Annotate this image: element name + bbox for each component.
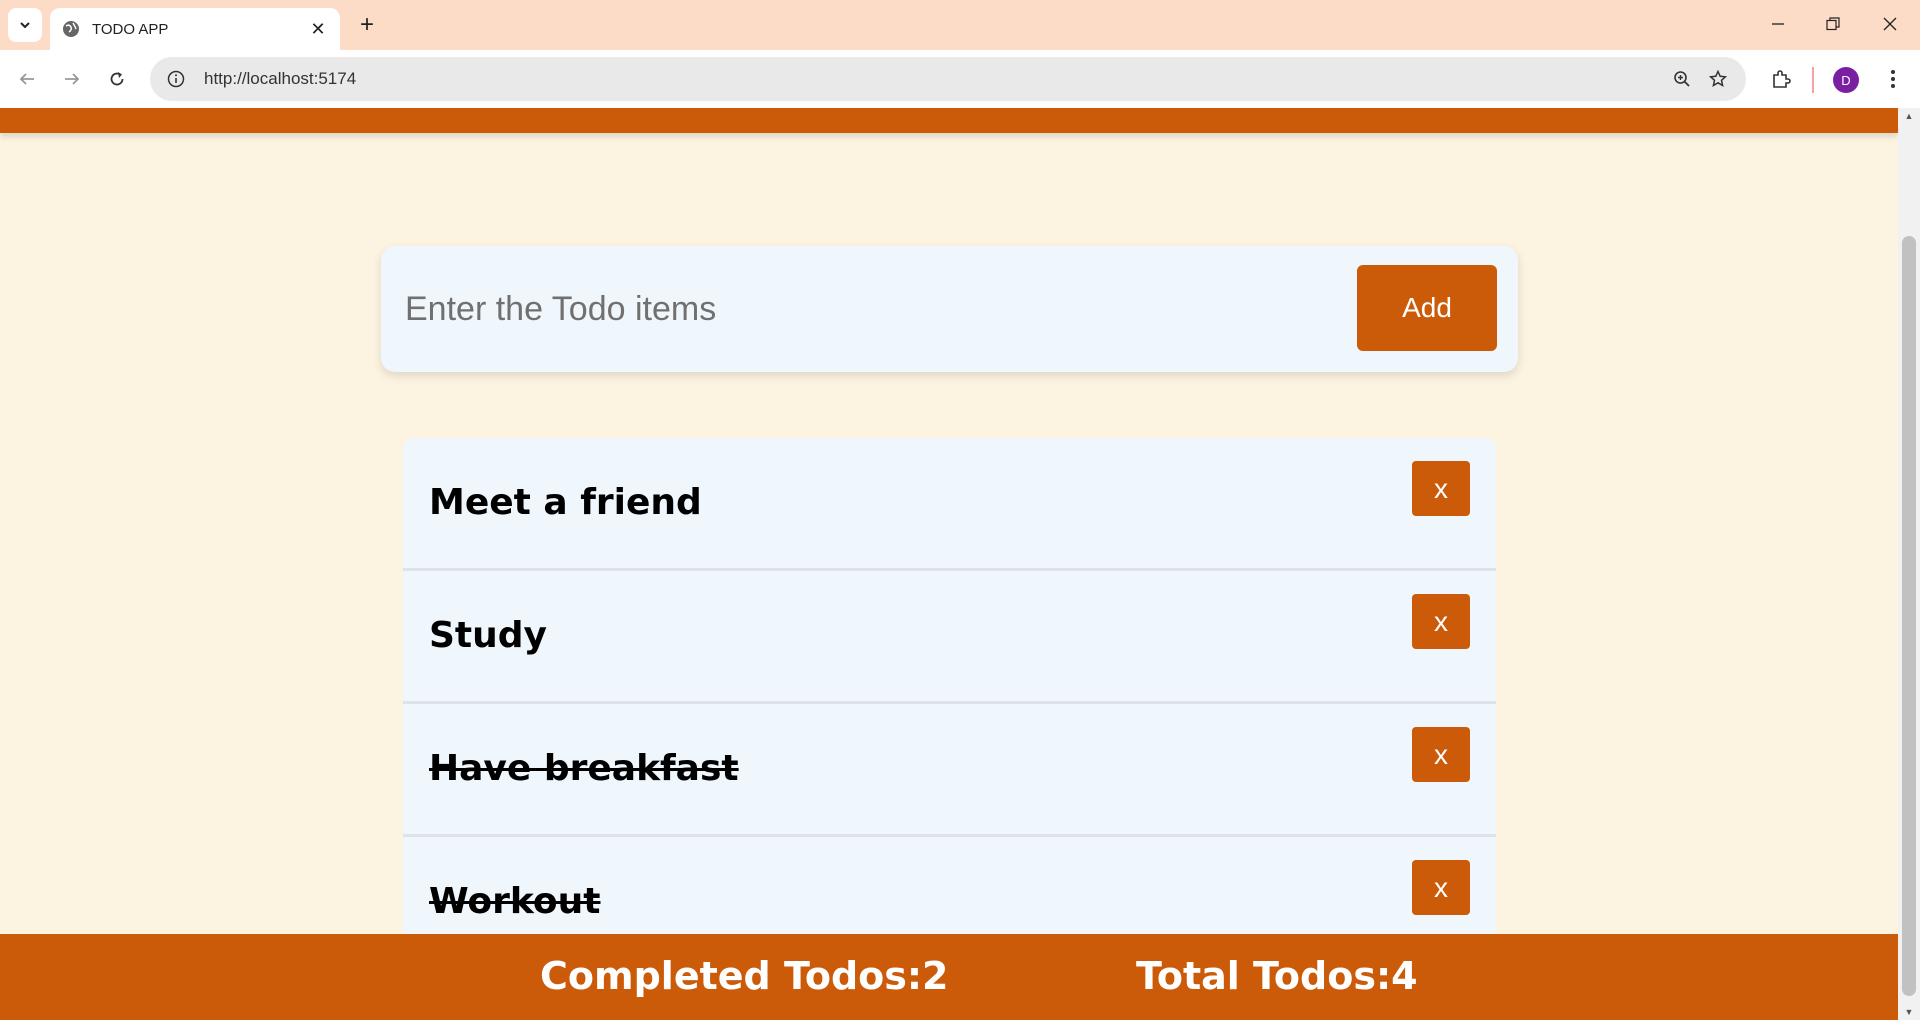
todo-list: Meet a friend x Study x Have breakfast x…	[403, 438, 1496, 970]
zoom-icon[interactable]	[1664, 61, 1700, 97]
browser-tab[interactable]: TODO APP ✕	[50, 8, 340, 50]
todo-item[interactable]: Study x	[403, 571, 1496, 704]
reload-icon[interactable]	[99, 61, 135, 97]
browser-toolbar: http://localhost:5174 D	[0, 50, 1920, 108]
globe-icon	[63, 21, 79, 37]
todo-text[interactable]: Meet a friend	[429, 482, 702, 523]
delete-todo-button[interactable]: x	[1412, 860, 1470, 915]
minimize-icon[interactable]	[1753, 4, 1803, 44]
chevron-down-icon	[20, 22, 30, 29]
window-close-icon[interactable]	[1865, 4, 1915, 44]
delete-todo-button[interactable]: x	[1412, 594, 1470, 649]
forward-icon[interactable]	[54, 61, 90, 97]
tab-title: TODO APP	[92, 20, 169, 38]
tab-close-icon[interactable]: ✕	[308, 19, 328, 39]
restore-icon[interactable]	[1808, 4, 1858, 44]
scroll-up-arrow-icon[interactable]: ▲	[1903, 110, 1915, 122]
todo-form: Add	[381, 246, 1518, 372]
toolbar-divider	[1812, 67, 1814, 93]
todo-stats-footer: Completed Todos:2 Total Todos:4	[0, 934, 1898, 1020]
todo-text[interactable]: Have breakfast	[429, 748, 739, 789]
todo-input[interactable]	[405, 274, 1305, 344]
site-info-icon[interactable]	[158, 61, 194, 97]
back-icon[interactable]	[9, 61, 45, 97]
completed-count: Completed Todos:2	[540, 954, 949, 998]
url-text: http://localhost:5174	[204, 69, 357, 88]
profile-avatar[interactable]: D	[1833, 67, 1859, 93]
delete-todo-button[interactable]: x	[1412, 461, 1470, 516]
todo-text[interactable]: Study	[429, 615, 547, 656]
add-button[interactable]: Add	[1357, 265, 1497, 351]
bookmark-star-icon[interactable]	[1700, 61, 1736, 97]
page-viewport: Add Meet a friend x Study x Have breakfa…	[0, 108, 1920, 1020]
todo-item[interactable]: Have breakfast x	[403, 704, 1496, 837]
page-scrollbar[interactable]: ▲ ▼	[1898, 108, 1920, 1020]
delete-todo-button[interactable]: x	[1412, 727, 1470, 782]
app-header-bar	[0, 108, 1898, 133]
extensions-icon[interactable]	[1763, 61, 1799, 97]
new-tab-icon[interactable]: +	[352, 10, 382, 40]
menu-kebab-icon[interactable]	[1875, 61, 1911, 97]
browser-tab-bar: TODO APP ✕ +	[0, 0, 1920, 50]
scrollbar-thumb[interactable]	[1902, 236, 1916, 996]
tab-list-button[interactable]	[8, 8, 42, 42]
todo-item[interactable]: Meet a friend x	[403, 438, 1496, 571]
todo-text[interactable]: Workout	[429, 881, 600, 922]
address-bar[interactable]: http://localhost:5174	[150, 57, 1746, 101]
total-count: Total Todos:4	[1136, 954, 1418, 998]
scroll-down-arrow-icon[interactable]: ▼	[1903, 1006, 1915, 1018]
